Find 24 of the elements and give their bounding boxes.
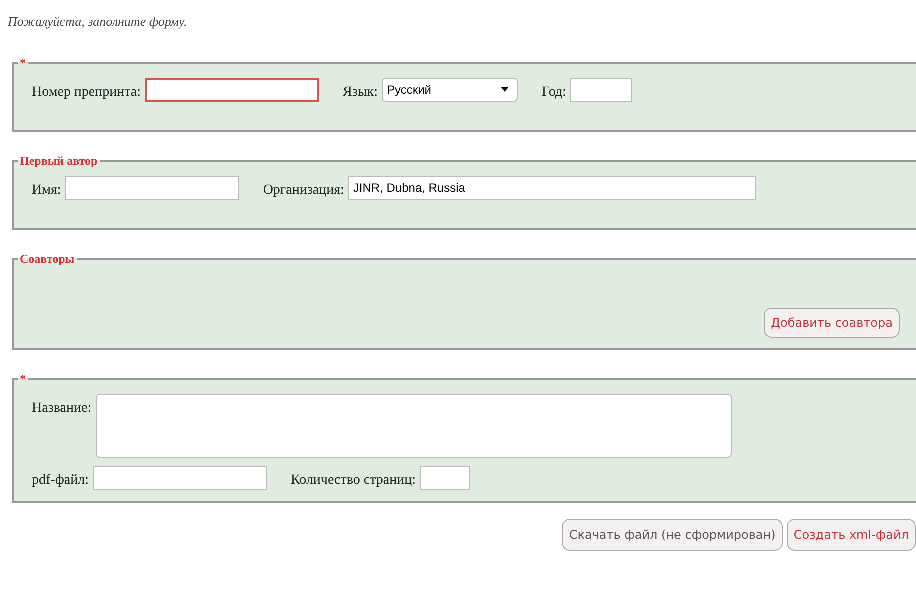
text-field[interactable]: JINR, Dubna, Russia — [348, 176, 756, 200]
field-label: Организация: — [263, 182, 344, 200]
title-textarea[interactable] — [96, 394, 732, 458]
field-label: Название: — [32, 400, 92, 418]
form-instruction: Пожалуйста, заполните форму. — [8, 13, 188, 31]
text-field[interactable] — [65, 176, 240, 200]
field-label: Номер препринта: — [32, 84, 141, 102]
form-button[interactable]: Создать xml-файл — [786, 518, 916, 550]
field-label: pdf-файл: — [32, 472, 89, 490]
section-legend: Соавторы — [18, 250, 77, 268]
section-legend: * — [18, 54, 28, 72]
section-legend: Первый автор — [18, 152, 100, 170]
field-label: Год: — [542, 84, 566, 102]
text-field[interactable] — [145, 78, 319, 102]
text-field[interactable] — [420, 466, 470, 490]
language-dropdown[interactable]: Русский — [382, 78, 518, 102]
field-label: Количество страниц: — [290, 472, 416, 490]
text-field[interactable] — [92, 466, 267, 490]
section-legend: * — [18, 370, 28, 388]
add-coauthor-button[interactable]: Добавить соавтора — [764, 308, 900, 338]
dropdown-caret-icon — [500, 87, 509, 92]
field-label: Имя: — [32, 182, 62, 200]
text-field[interactable] — [570, 78, 632, 102]
field-label: Язык: — [343, 84, 378, 102]
